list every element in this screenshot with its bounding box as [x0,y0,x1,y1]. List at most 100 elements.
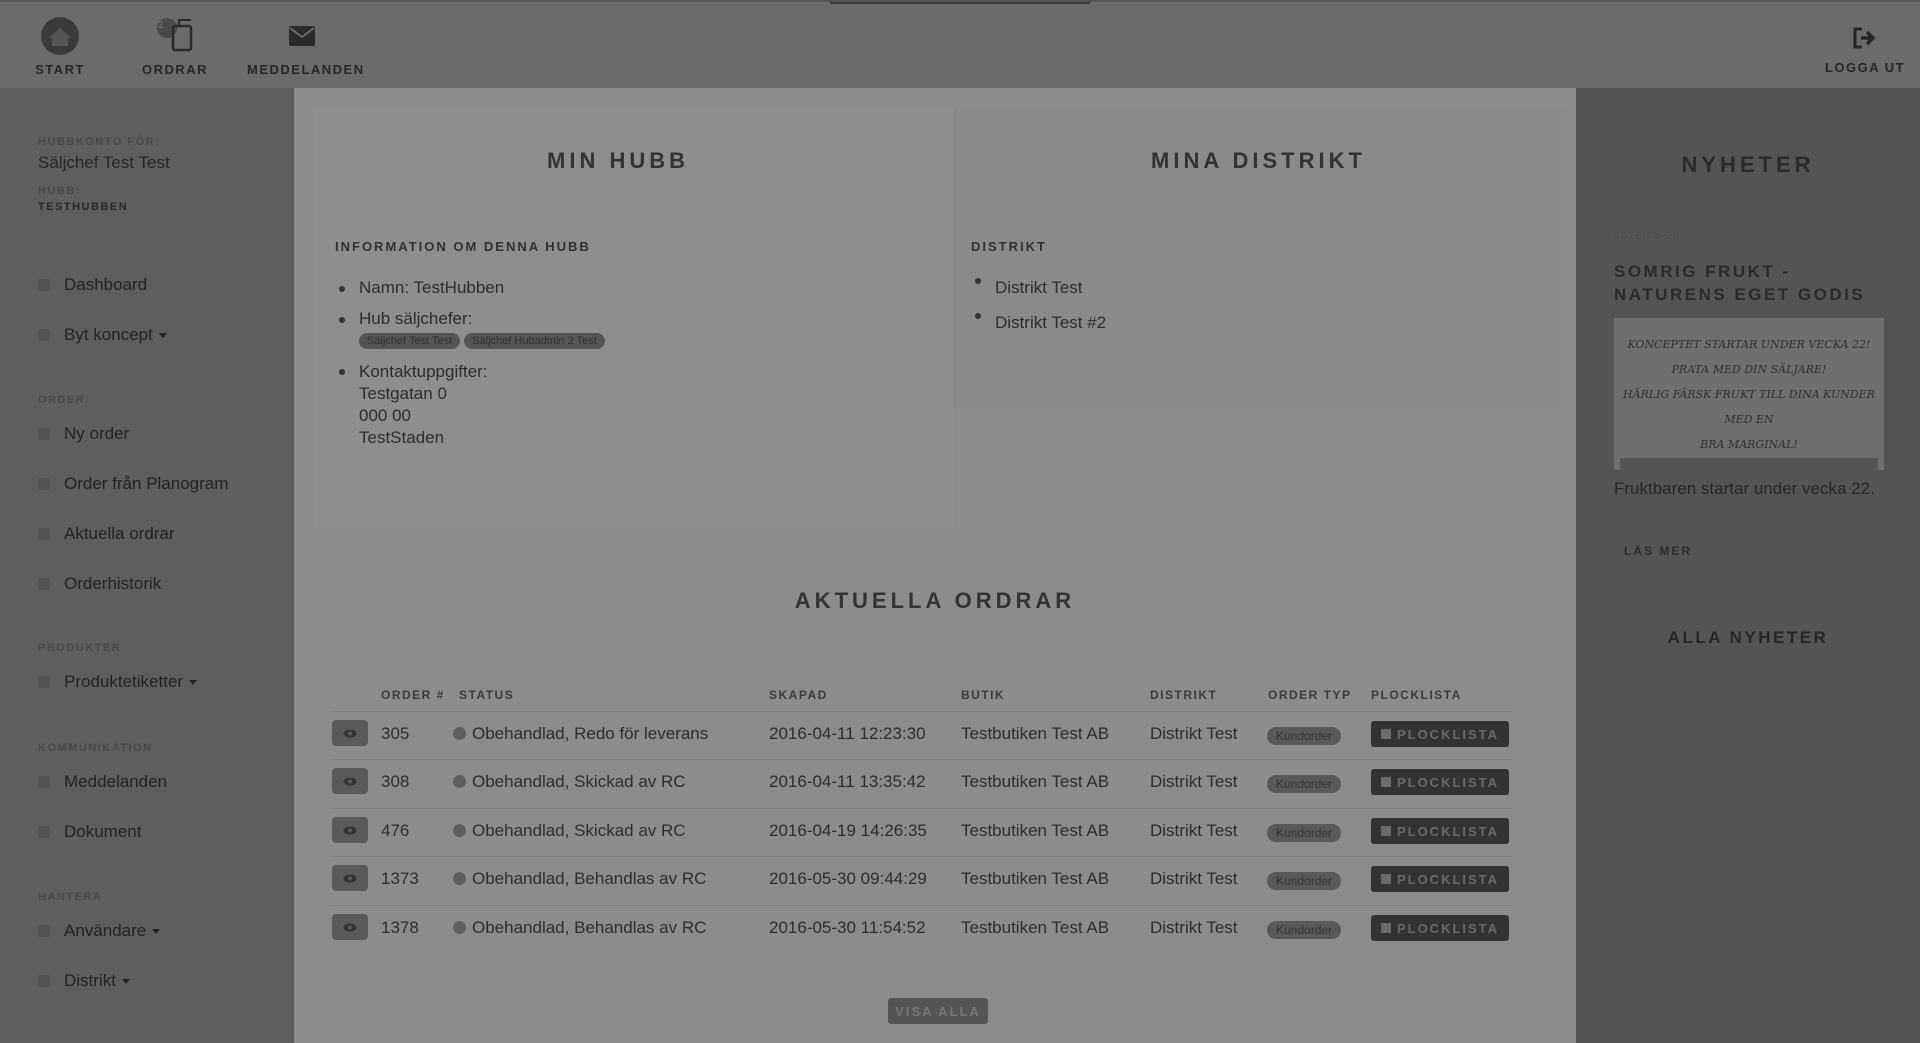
plocklista-button[interactable]: PLOCKLISTA [1371,721,1509,747]
distrikt-item: Distrikt Test [995,278,1083,297]
sidebar-section-hantera: HANTERA [38,891,103,903]
plocklista-label: PLOCKLISTA [1396,871,1500,887]
hubb-saljchefer-label: Hub säljchefer: [359,309,473,328]
order-status: Obehandlad, Skickad av RC [453,772,686,792]
file-icon [1380,826,1391,836]
view-order-button[interactable] [332,720,368,746]
order-status-text: Obehandlad, Behandlas av RC [472,869,707,888]
sidebar-item-byt-koncept[interactable]: Byt koncept [38,325,167,345]
table-row: 476 Obehandlad, Skickad av RC 2016-04-19… [332,808,1512,856]
hub-label: HUBB: [38,185,81,197]
order-status-text: Obehandlad, Skickad av RC [472,772,686,791]
logout-label: LOGGA UT [1824,60,1906,75]
nav-ordrar-label: ORDRAR [141,62,209,77]
distrikt-item: Distrikt Test #2 [995,313,1107,332]
concept-icon [38,329,50,341]
order-status: Obehandlad, Behandlas av RC [453,869,706,889]
order-type-badge: Kundorder [1267,824,1342,842]
plocklista-button[interactable]: PLOCKLISTA [1371,818,1509,844]
status-dot-icon [453,727,466,740]
file-icon [1380,777,1391,787]
sidebar-item-label: Dokument [64,822,142,841]
file-icon [1380,874,1391,884]
order-type-badge: Kundorder [1267,727,1342,745]
nav-meddelanden-label: MEDDELANDEN [247,62,365,77]
logout-button[interactable]: LOGGA UT [1820,24,1910,75]
plocklista-label: PLOCKLISTA [1396,774,1500,790]
order-distrikt: Distrikt Test [1150,869,1238,888]
order-status: Obehandlad, Redo för leverans [453,724,708,744]
chevron-down-icon [121,978,130,984]
all-news-link[interactable]: ALLA NYHETER [1576,628,1920,648]
order-id[interactable]: 476 [381,821,409,841]
saljchef-tag[interactable]: Säljchef Hubadmin 2 Test [464,333,605,349]
status-dot-icon [453,824,466,837]
order-distrikt: Distrikt Test [1150,772,1238,791]
list-item: Kontaktuppgifter: Testgatan 0 000 00 Tes… [335,361,935,449]
eye-icon [343,923,357,931]
sidebar-item-order-planogram[interactable]: Order från Planogram [38,474,228,494]
chevron-down-icon [189,679,198,685]
order-type-badge: Kundorder [1267,872,1342,890]
dashboard-icon [38,279,50,291]
address-line: Testgatan 0 [359,384,447,403]
file-icon [1380,729,1391,739]
saljchef-tag[interactable]: Säljchef Test Test [359,333,461,349]
col-header-distrikt: DISTRIKT [1150,688,1218,702]
sidebar-section-order: ORDER: [38,394,91,406]
nav-start[interactable]: START [5,14,115,77]
plocklista-label: PLOCKLISTA [1396,920,1500,936]
news-title: NYHETER [1681,152,1815,177]
order-id[interactable]: 305 [381,724,409,744]
order-status: Obehandlad, Behandlas av RC [453,918,706,938]
nav-ordrar[interactable]: 2 ORDRAR [120,14,230,77]
logout-icon [1820,24,1910,52]
view-order-button[interactable] [332,817,368,843]
sidebar-item-ny-order[interactable]: Ny order [38,424,129,444]
sidebar-item-orderhistorik[interactable]: Orderhistorik [38,574,161,594]
hubb-info-list: Namn: TestHubben Hub säljchefer: Säljche… [335,278,935,449]
sidebar-item-produktetiketter[interactable]: Produktetiketter [38,672,198,692]
sidebar-item-dashboard[interactable]: Dashboard [38,275,147,295]
account-name: Säljchef Test Test [38,153,170,172]
sidebar-item-aktuella-ordrar[interactable]: Aktuella ordrar [38,524,175,544]
view-order-button[interactable] [332,914,368,940]
plocklista-button[interactable]: PLOCKLISTA [1371,769,1509,795]
sidebar-item-anvandare[interactable]: Användare [38,921,161,941]
order-id[interactable]: 1378 [381,918,419,938]
order-distrikt: Distrikt Test [1150,724,1238,743]
visa-alla-button[interactable]: VISA ALLA [888,998,988,1024]
address-line: 000 00 [359,406,411,425]
chevron-down-icon [152,928,161,934]
order-id[interactable]: 308 [381,772,409,792]
nav-meddelanden[interactable]: MEDDELANDEN [247,14,365,77]
order-id[interactable]: 1373 [381,869,419,889]
news-headline[interactable]: SOMRIG FRUKT - NATURENS EGET GODIS [1614,260,1894,306]
order-butik: Testbutiken Test AB [961,772,1110,791]
col-header-skapad: SKAPAD [769,688,828,702]
news-image-line: HÄRLIG FÄRSK FRUKT TILL DINA KUNDER MED … [1622,388,1875,426]
news-image[interactable]: KONCEPTET STARTAR UNDER VECKA 22! PRATA … [1614,318,1884,470]
sidebar-item-distrikt[interactable]: Distrikt [38,971,130,991]
col-header-butik: BUTIK [961,688,1006,702]
plocklista-button[interactable]: PLOCKLISTA [1371,915,1509,941]
col-header-plocklista: PLOCKLISTA [1371,688,1462,702]
news-panel: NYHETER 2016-05-26 SOMRIG FRUKT - NATURE… [1576,88,1920,1043]
plocklista-button[interactable]: PLOCKLISTA [1371,866,1509,892]
table-row: 1378 Obehandlad, Behandlas av RC 2016-05… [332,905,1512,953]
planogram-icon [38,478,50,490]
order-skapad: 2016-05-30 09:44:29 [769,869,927,888]
account-label: HUBBKONTO FÖR: [38,136,161,148]
list-item[interactable]: Distrikt Test [971,270,1531,305]
view-order-button[interactable] [332,865,368,891]
sidebar-item-meddelanden[interactable]: Meddelanden [38,772,167,792]
table-row: 308 Obehandlad, Skickad av RC 2016-04-11… [332,759,1512,807]
list-item[interactable]: Distrikt Test #2 [971,305,1531,340]
orders-count-badge: 2 [158,20,166,31]
read-more-link[interactable]: LÄS MER [1624,544,1692,558]
user-icon [38,925,50,937]
hubb-panel: MIN HUBB INFORMATION OM DENNA HUBB Namn:… [314,108,954,528]
home-logo-icon [5,14,115,58]
view-order-button[interactable] [332,768,368,794]
sidebar-item-dokument[interactable]: Dokument [38,822,141,842]
